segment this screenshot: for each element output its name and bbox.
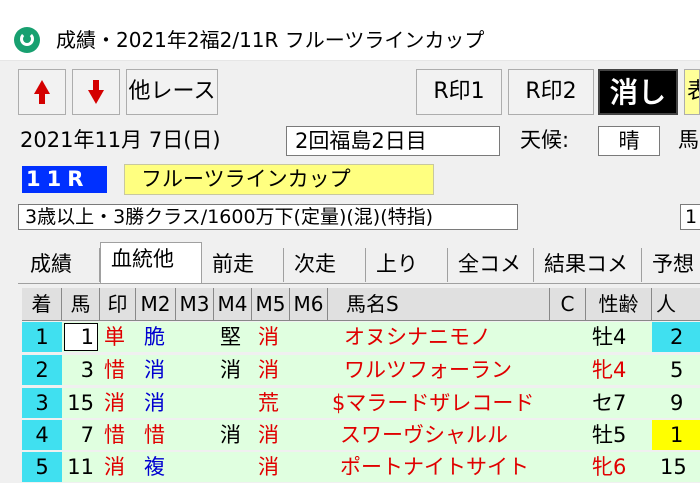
sex-age: セ7 <box>592 391 627 415</box>
track-label: 馬 <box>678 128 699 152</box>
horse-name[interactable]: ワルツフォーラン <box>344 355 512 385</box>
meeting-field: 2回福島2日目 <box>286 126 500 156</box>
horse-name[interactable]: ポートナイトサイト <box>340 452 529 482</box>
horse-number: 3 <box>80 358 94 382</box>
tab-pedigree[interactable]: 血統他 <box>100 242 202 284</box>
tab-prev-race[interactable]: 前走 <box>202 248 284 282</box>
popularity: 9 <box>670 391 684 415</box>
horse-number: 7 <box>80 423 94 447</box>
mark-m5: 消 <box>258 358 279 382</box>
race-number: 11R <box>22 166 107 193</box>
tab-last3f[interactable]: 上り <box>366 248 448 282</box>
sex-age: 牡5 <box>592 423 627 447</box>
finish-position: 3 <box>22 388 62 418</box>
mark: 消 <box>104 391 125 415</box>
horse-number: 15 <box>67 391 94 415</box>
sex-age: 牝4 <box>592 358 627 382</box>
extra-button[interactable]: 表 <box>684 69 700 115</box>
race-side-field: 1 <box>680 204 700 230</box>
finish-position: 2 <box>22 355 62 385</box>
col-header-horse-name[interactable]: 馬名S <box>328 288 550 321</box>
mark-m5: 消 <box>258 423 279 447</box>
mark: 単 <box>104 325 125 349</box>
tab-result-comments[interactable]: 結果コメ <box>534 248 642 282</box>
mark-m2: 複 <box>144 455 165 479</box>
col-header-m2[interactable]: M2 <box>136 288 176 321</box>
tab-next-race[interactable]: 次走 <box>284 248 366 282</box>
popularity: 2 <box>670 325 684 349</box>
race-name: フルーツラインカップ <box>124 164 434 195</box>
horseshoe-app-icon <box>14 27 40 53</box>
col-header-finish[interactable]: 着 <box>22 288 62 321</box>
horse-name[interactable]: オヌシナニモノ <box>344 322 491 352</box>
mark-m4: 消 <box>220 358 241 382</box>
col-header-popularity[interactable]: 人 <box>652 288 700 321</box>
mark-m5: 荒 <box>258 391 279 415</box>
weather-label: 天候: <box>520 128 570 152</box>
r-mark2-button[interactable]: R印2 <box>508 69 594 115</box>
mark: 消 <box>104 455 125 479</box>
mark-m5: 消 <box>258 455 279 479</box>
col-header-m5[interactable]: M5 <box>252 288 290 321</box>
tab-results[interactable]: 成績 <box>20 248 100 282</box>
horse-name[interactable]: $マラードザレコード <box>332 388 534 418</box>
tab-prediction[interactable]: 予想 <box>642 248 700 282</box>
col-header-sex-age[interactable]: 性齢 <box>586 288 652 321</box>
popularity: 15 <box>660 455 687 479</box>
col-header-m4[interactable]: M4 <box>214 288 252 321</box>
finish-position: 4 <box>22 420 62 450</box>
race-date: 2021年11月 7日(日) <box>20 128 221 152</box>
tab-all-comments[interactable]: 全コメ <box>448 248 534 282</box>
mark: 惜 <box>104 423 125 447</box>
mark-m5: 消 <box>258 325 279 349</box>
mark-m2: 脆 <box>144 325 165 349</box>
r-mark1-button[interactable]: R印1 <box>416 69 502 115</box>
sex-age: 牡4 <box>592 325 627 349</box>
horse-number: 11 <box>67 455 94 479</box>
mark-m4: 堅 <box>220 325 241 349</box>
sex-age: 牝6 <box>592 455 627 479</box>
weather-field: 晴 <box>598 126 660 156</box>
tab-divider <box>18 283 700 284</box>
popularity: 1 <box>670 423 684 447</box>
prev-race-button[interactable] <box>18 69 66 115</box>
clear-button[interactable]: 消し <box>598 69 678 115</box>
col-header-m6[interactable]: M6 <box>290 288 328 321</box>
race-conditions: 3歳以上・3勝クラス/1600万下(定量)(混)(特指) <box>18 204 518 230</box>
finish-position: 5 <box>22 452 62 482</box>
mark: 惜 <box>104 358 125 382</box>
col-header-m3[interactable]: M3 <box>176 288 214 321</box>
mark-m2: 消 <box>144 358 165 382</box>
col-header-mark[interactable]: 印 <box>100 288 136 321</box>
finish-position: 1 <box>22 322 62 352</box>
other-races-button[interactable]: 他レース <box>126 69 218 115</box>
window-title: 成績・2021年2福2/11R フルーツラインカップ <box>56 28 485 52</box>
col-header-horse-num[interactable]: 馬 <box>62 288 100 321</box>
col-header-c[interactable]: C <box>550 288 586 321</box>
mark-m4: 消 <box>220 423 241 447</box>
mark-m2: 惜 <box>144 423 165 447</box>
horse-name[interactable]: スワーヴシャルル <box>340 420 508 450</box>
mark-m2: 消 <box>144 391 165 415</box>
popularity: 5 <box>670 358 684 382</box>
next-race-button[interactable] <box>72 69 120 115</box>
horse-number: 1 <box>80 325 94 349</box>
